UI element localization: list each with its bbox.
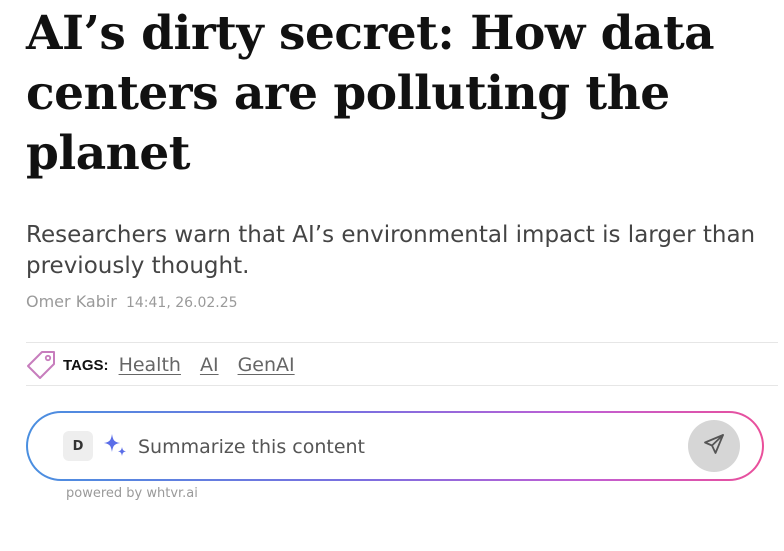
summarize-inner: D (28, 413, 762, 479)
divider-bottom (26, 385, 778, 386)
sparkle-icon (101, 431, 131, 461)
send-button[interactable] (688, 420, 740, 472)
powered-by-link[interactable]: powered by whtvr.ai (66, 486, 198, 501)
summarize-input[interactable] (138, 432, 678, 462)
divider-top (26, 342, 778, 343)
article-headline: AI’s dirty secret: How data centers are … (26, 6, 715, 181)
tag-link-ai[interactable]: AI (200, 354, 219, 376)
tags-row: TAGS: Health AI GenAI (25, 350, 314, 380)
tags-label: TAGS: (63, 356, 109, 374)
author-name[interactable]: Omer Kabir (26, 292, 117, 311)
byline: Omer Kabir 14:41, 26.02.25 (26, 292, 238, 311)
avatar: D (63, 431, 93, 461)
tag-link-health[interactable]: Health (119, 354, 181, 376)
tag-link-genai[interactable]: GenAI (238, 354, 295, 376)
tag-icon (25, 350, 57, 380)
summarize-widget: D (26, 411, 764, 481)
publish-timestamp: 14:41, 26.02.25 (125, 295, 238, 311)
article-subtitle: Researchers warn that AI’s environmental… (26, 222, 756, 279)
send-icon (702, 432, 726, 461)
